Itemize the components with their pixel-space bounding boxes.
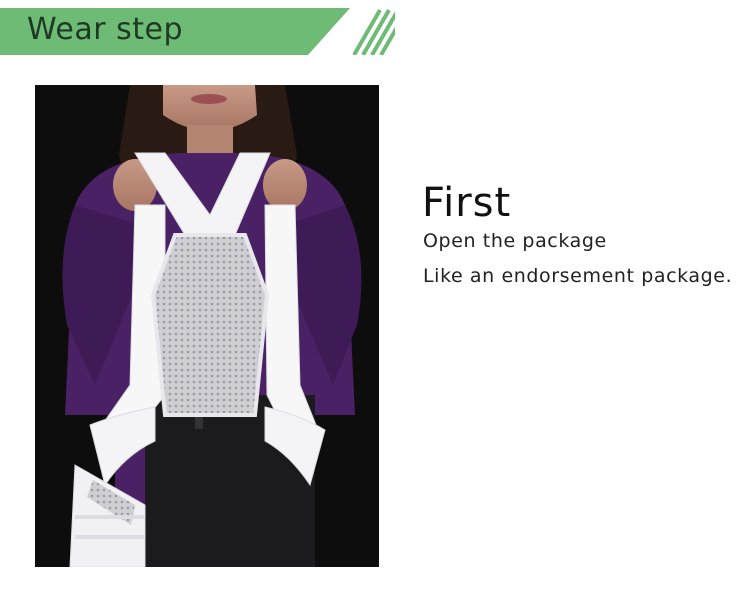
step-instruction-2: Like an endorsement package. [423, 265, 733, 287]
step-instruction-1: Open the package [423, 230, 607, 252]
step-title: First [422, 180, 512, 226]
stripes-decoration-icon [352, 8, 395, 55]
person-holding-support-belt-image [35, 85, 379, 567]
section-title: Wear step [27, 12, 184, 47]
section-banner: Wear step [0, 8, 395, 55]
product-photo [35, 85, 379, 567]
